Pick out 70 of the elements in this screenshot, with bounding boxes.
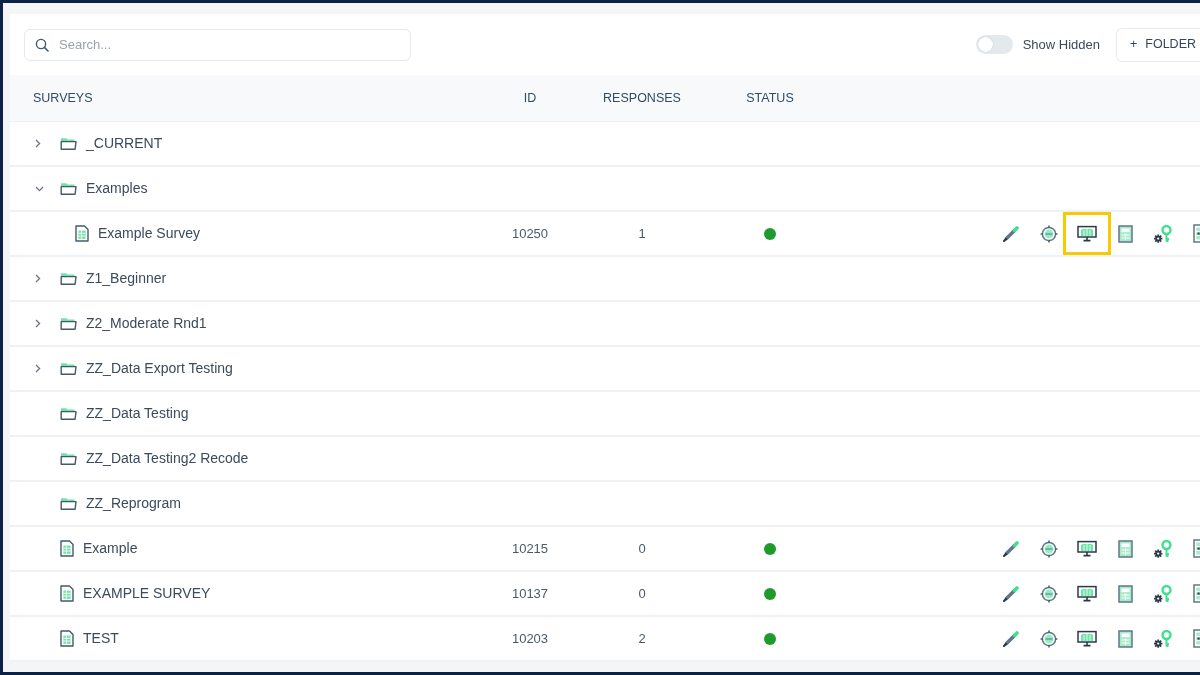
response-count: 2 bbox=[638, 631, 646, 646]
folder-name[interactable]: ZZ_Data Export Testing bbox=[86, 358, 233, 379]
folder-icon bbox=[60, 272, 77, 285]
column-header: ID bbox=[523, 90, 537, 105]
survey-name[interactable]: TEST bbox=[83, 628, 119, 649]
folder-icon bbox=[60, 362, 77, 375]
document-icon bbox=[75, 225, 89, 242]
folder-icon bbox=[60, 407, 77, 420]
chevron-right-icon[interactable] bbox=[35, 139, 41, 148]
survey-name[interactable]: Example bbox=[83, 538, 138, 559]
response-count: 0 bbox=[638, 541, 646, 556]
calculator-icon[interactable] bbox=[1117, 224, 1133, 243]
show-hidden-label: Show Hidden bbox=[1022, 35, 1100, 54]
calculator-icon[interactable] bbox=[1117, 539, 1133, 558]
document-icon bbox=[60, 630, 74, 647]
folder-icon bbox=[60, 452, 77, 465]
crosshair-icon[interactable] bbox=[1040, 224, 1058, 243]
gear-key-icon[interactable] bbox=[1153, 539, 1173, 558]
folder-name[interactable]: Z1_Beginner bbox=[86, 268, 167, 289]
gear-key-icon[interactable] bbox=[1153, 584, 1173, 603]
column-header: RESPONSES bbox=[603, 90, 681, 105]
monitor-icon[interactable] bbox=[1077, 630, 1097, 647]
sheet-icon[interactable] bbox=[1193, 224, 1200, 243]
pencil-icon[interactable] bbox=[1002, 629, 1020, 648]
survey-id: 10250 bbox=[511, 226, 549, 241]
folder-name[interactable]: ZZ_Reprogram bbox=[86, 493, 181, 514]
folder-icon bbox=[60, 182, 77, 195]
new-folder-button[interactable]: + FOLDER bbox=[1116, 27, 1200, 62]
sheet-icon[interactable] bbox=[1193, 629, 1200, 648]
chevron-right-icon[interactable] bbox=[35, 364, 41, 373]
calculator-icon[interactable] bbox=[1117, 629, 1133, 648]
show-hidden-toggle[interactable] bbox=[975, 35, 1013, 54]
chevron-down-icon[interactable] bbox=[35, 185, 44, 192]
sheet-icon[interactable] bbox=[1193, 584, 1200, 603]
gear-key-icon[interactable] bbox=[1153, 224, 1173, 243]
response-count: 0 bbox=[638, 586, 646, 601]
monitor-icon[interactable] bbox=[1077, 540, 1097, 557]
monitor-icon[interactable] bbox=[1077, 585, 1097, 602]
folder-icon bbox=[60, 137, 77, 150]
survey-id: 10215 bbox=[511, 541, 549, 556]
chevron-right-icon[interactable] bbox=[35, 319, 41, 328]
chevron-right-icon[interactable] bbox=[35, 274, 41, 283]
column-header: SURVEYS bbox=[33, 90, 93, 105]
search-icon bbox=[35, 37, 49, 52]
document-icon bbox=[60, 540, 74, 557]
document-icon bbox=[60, 585, 74, 602]
sheet-icon[interactable] bbox=[1193, 539, 1200, 558]
search-field[interactable]: Search... bbox=[24, 28, 411, 61]
folder-name[interactable]: ZZ_Data Testing2 Recode bbox=[86, 448, 249, 469]
folder-icon bbox=[60, 497, 77, 510]
folder-name[interactable]: Z2_Moderate Rnd1 bbox=[86, 313, 207, 334]
survey-id: 10137 bbox=[511, 586, 549, 601]
survey-id: 10203 bbox=[511, 631, 549, 646]
pencil-icon[interactable] bbox=[1002, 539, 1020, 558]
crosshair-icon[interactable] bbox=[1040, 539, 1058, 558]
gear-key-icon[interactable] bbox=[1153, 629, 1173, 648]
folder-icon bbox=[60, 317, 77, 330]
crosshair-icon[interactable] bbox=[1040, 584, 1058, 603]
survey-name[interactable]: Example Survey bbox=[98, 223, 200, 244]
pencil-icon[interactable] bbox=[1002, 584, 1020, 603]
folder-name[interactable]: Examples bbox=[86, 178, 148, 199]
crosshair-icon[interactable] bbox=[1040, 629, 1058, 648]
pencil-icon[interactable] bbox=[1002, 224, 1020, 243]
survey-name[interactable]: EXAMPLE SURVEY bbox=[83, 583, 211, 604]
monitor-icon[interactable] bbox=[1077, 225, 1097, 242]
folder-name[interactable]: _CURRENT bbox=[86, 133, 163, 154]
folder-name[interactable]: ZZ_Data Testing bbox=[86, 403, 189, 424]
calculator-icon[interactable] bbox=[1117, 584, 1133, 603]
column-header: STATUS bbox=[746, 89, 794, 107]
response-count: 1 bbox=[638, 226, 646, 241]
